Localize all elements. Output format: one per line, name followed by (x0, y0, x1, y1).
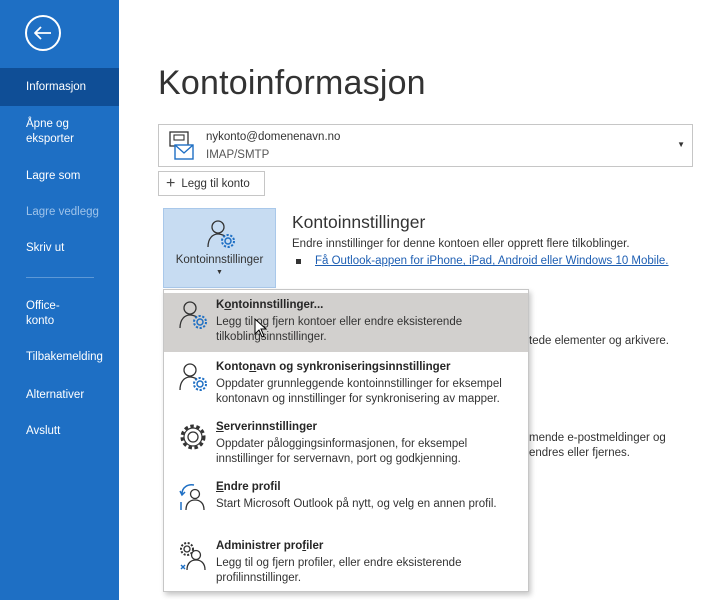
switch-profile-icon (179, 484, 205, 511)
partially-hidden-text: mende e-postmeldinger og (529, 432, 666, 444)
back-arrow-icon (34, 26, 51, 40)
nav-label: Alternativer (26, 389, 85, 401)
add-account-button[interactable]: + Legg til konto (158, 171, 265, 196)
nav-tilbakemelding[interactable]: Tilbakemelding (0, 350, 119, 365)
page-title: Kontoinformasjon (158, 64, 426, 102)
account-settings-button[interactable]: Kontoinnstillinger ▼ (163, 208, 276, 288)
plus-icon: + (166, 174, 176, 192)
outlook-app-link[interactable]: Få Outlook-appen for iPhone, iPad, Andro… (315, 255, 669, 267)
nav-label: Informasjon (26, 81, 87, 93)
menu-item-endre-profil[interactable]: Endre profil Start Microsoft Outlook på … (164, 475, 528, 525)
menu-item-serverinnstillinger[interactable]: Serverinnstillinger Oppdater påloggingsi… (164, 415, 528, 473)
back-button[interactable] (25, 15, 61, 51)
person-sync-gear-icon (179, 363, 207, 391)
nav-avslutt[interactable]: Avslutt (0, 424, 119, 439)
nav-informasjon[interactable]: Informasjon (0, 68, 119, 106)
dropdown-arrow-icon: ▼ (677, 140, 685, 149)
menu-item-title: Kontoinnstillinger... (216, 299, 324, 311)
nav-label: Tilbakemelding (26, 351, 103, 363)
menu-item-kontonavn-synkronisering[interactable]: Kontonavn og synkroniseringsinnstillinge… (164, 355, 528, 413)
partially-hidden-text: endres eller fjernes. (529, 447, 630, 459)
nav-alternativer[interactable]: Alternativer (0, 388, 119, 403)
add-account-label: Legg til konto (181, 177, 250, 190)
partially-hidden-text: tede elementer og arkivere. (529, 335, 669, 347)
section-description: Endre innstillinger for denne kontoen el… (292, 238, 630, 250)
nav-apne-eksporter[interactable]: Åpne og eksporter (0, 117, 119, 147)
menu-item-description: Legg til og fjern profiler, eller endre … (216, 557, 462, 584)
nav-lagre-som[interactable]: Lagre som (0, 169, 119, 184)
nav-label: Åpne og eksporter (26, 118, 74, 145)
nav-label: Lagre vedlegg (26, 206, 99, 218)
account-settings-menu: Kontoinnstillinger... Legg til og fjern … (163, 289, 529, 592)
nav-label: Lagre som (26, 170, 81, 182)
nav-skriv-ut[interactable]: Skriv ut (0, 241, 119, 256)
nav-label: Avslutt (26, 425, 61, 437)
section-title: Kontoinnstillinger (292, 212, 426, 232)
account-settings-label: Kontoinnstillinger (175, 254, 264, 266)
mail-account-icon (169, 131, 194, 160)
nav-separator (26, 277, 94, 278)
menu-item-description: Oppdater grunnleggende kontoinnstillinge… (216, 378, 502, 405)
menu-item-description: Oppdater påloggingsinformasjonen, for ek… (216, 438, 468, 465)
gear-icon (180, 424, 206, 450)
nav-label: Skriv ut (26, 242, 65, 254)
backstage-sidebar: Informasjon Åpne og eksporter Lagre som … (0, 0, 119, 600)
menu-item-administrer-profiler[interactable]: Administrer profiler Legg til og fjern p… (164, 534, 528, 590)
mouse-cursor-icon (254, 318, 268, 338)
menu-item-description: Start Microsoft Outlook på nytt, og velg… (216, 498, 497, 510)
account-email: nykonto@domenenavn.no (206, 131, 341, 143)
nav-office-konto[interactable]: Office-konto (0, 299, 119, 329)
menu-item-title: Kontonavn og synkroniseringsinnstillinge… (216, 361, 451, 373)
menu-item-title: Administrer profiler (216, 540, 324, 552)
account-type: IMAP/SMTP (206, 149, 270, 161)
chevron-down-icon: ▼ (216, 269, 223, 276)
menu-item-kontoinnstillinger[interactable]: Kontoinnstillinger... Legg til og fjern … (164, 293, 528, 352)
account-dropdown[interactable]: nykonto@domenenavn.no IMAP/SMTP ▼ (158, 124, 693, 167)
person-gear-icon (207, 220, 235, 248)
menu-item-title: Serverinnstillinger (216, 421, 317, 433)
nav-lagre-vedlegg: Lagre vedlegg (0, 205, 119, 220)
menu-item-title: Endre profil (216, 481, 281, 493)
bullet-icon (296, 259, 301, 264)
person-gear-icon (179, 301, 207, 329)
manage-profiles-icon (180, 542, 206, 571)
nav-label: Office-konto (26, 300, 60, 327)
